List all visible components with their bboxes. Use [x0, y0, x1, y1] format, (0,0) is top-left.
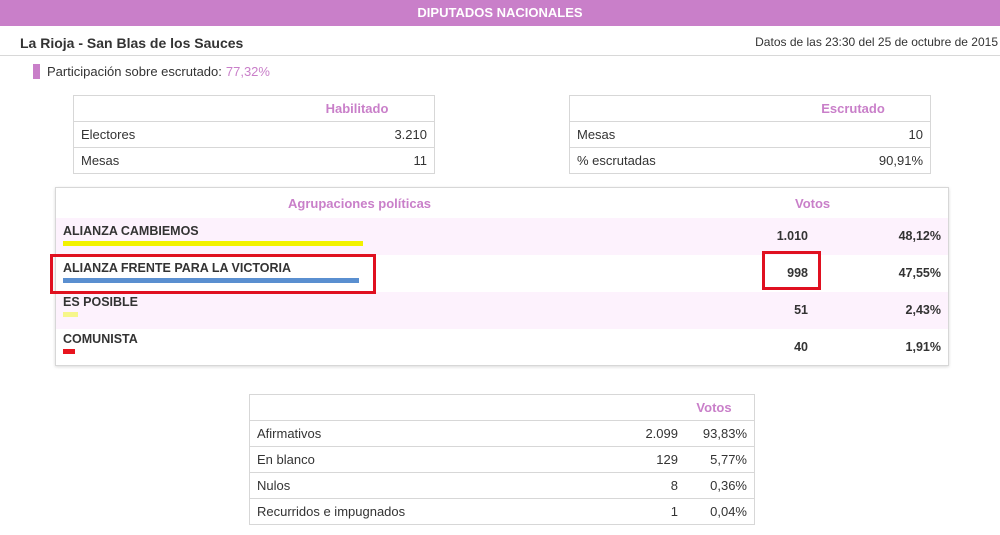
habilitado-header: Habilitado — [325, 101, 389, 116]
parties-header-group: Agrupaciones políticas — [288, 196, 432, 211]
votos-label: Nulos — [249, 472, 611, 499]
escrutado-label: Mesas — [569, 121, 776, 148]
escrutado-table: Escrutado Mesas 10 % escrutadas 90,91% — [569, 95, 931, 174]
party-name: ALIANZA CAMBIEMOS — [63, 224, 199, 238]
votos-pct: 93,83% — [685, 420, 755, 447]
party-pct: 47,55% — [898, 266, 941, 280]
habilitado-label: Electores — [73, 121, 280, 148]
table-row: En blanco 129 5,77% — [249, 446, 755, 473]
escrutado-header: Escrutado — [821, 101, 885, 116]
party-row: COMUNISTA 40 1,91% — [56, 329, 948, 366]
table-row: Recurridos e impugnados 1 0,04% — [249, 498, 755, 525]
party-bar — [63, 241, 363, 246]
votos-value: 1 — [611, 498, 685, 525]
votos-value: 129 — [611, 446, 685, 473]
votos-header: Votos — [696, 400, 732, 415]
party-pct: 2,43% — [905, 303, 941, 317]
location-title: La Rioja - San Blas de los Sauces — [20, 35, 244, 51]
table-row: Electores 3.210 — [73, 121, 435, 148]
party-pct: 1,91% — [905, 340, 941, 354]
escrutado-value: 10 — [776, 121, 931, 148]
section-title-bar: DIPUTADOS NACIONALES — [0, 0, 1000, 26]
votos-pct: 0,04% — [685, 498, 755, 525]
table-row: Afirmativos 2.099 93,83% — [249, 420, 755, 447]
party-votes: 40 — [794, 340, 808, 354]
section-title: DIPUTADOS NACIONALES — [417, 5, 583, 20]
habilitado-table: Habilitado Electores 3.210 Mesas 11 — [73, 95, 435, 174]
participation-summary: Participación sobre escrutado: 77,32% — [33, 64, 270, 79]
votos-value: 8 — [611, 472, 685, 499]
votos-pct: 0,36% — [685, 472, 755, 499]
habilitado-label: Mesas — [73, 147, 280, 174]
participation-marker — [33, 64, 40, 79]
votos-label: Afirmativos — [249, 420, 611, 447]
party-row: ALIANZA CAMBIEMOS 1.010 48,12% — [56, 218, 948, 255]
table-row: Mesas 10 — [569, 121, 931, 148]
party-bar — [63, 312, 78, 317]
party-row: ES POSIBLE 51 2,43% — [56, 292, 948, 329]
votos-pct: 5,77% — [685, 446, 755, 473]
data-timestamp: Datos de las 23:30 del 25 de octubre de … — [755, 35, 998, 49]
participation-label: Participación sobre escrutado: — [47, 64, 222, 79]
votos-value: 2.099 — [611, 420, 685, 447]
habilitado-value: 3.210 — [280, 121, 435, 148]
parties-header: Agrupaciones políticas Votos — [56, 188, 948, 218]
table-row: Mesas 11 — [73, 147, 435, 174]
party-name: ES POSIBLE — [63, 295, 139, 309]
table-row: Nulos 8 0,36% — [249, 472, 755, 499]
votos-label: Recurridos e impugnados — [249, 498, 611, 525]
votos-table: Votos Afirmativos 2.099 93,83% En blanco… — [249, 394, 755, 525]
party-votes: 51 — [794, 303, 808, 317]
header-divider — [0, 55, 1000, 56]
escrutado-value: 90,91% — [776, 147, 931, 174]
highlight-party-name — [50, 254, 376, 294]
party-name: COMUNISTA — [63, 332, 138, 346]
escrutado-label: % escrutadas — [569, 147, 776, 174]
party-votes: 1.010 — [776, 229, 808, 243]
habilitado-value: 11 — [280, 147, 435, 174]
votos-label: En blanco — [249, 446, 611, 473]
table-row: % escrutadas 90,91% — [569, 147, 931, 174]
party-pct: 48,12% — [898, 229, 941, 243]
parties-header-votes: Votos — [795, 196, 831, 211]
party-bar — [63, 349, 75, 354]
highlight-party-votes — [762, 251, 821, 290]
participation-value: 77,32% — [225, 64, 270, 79]
